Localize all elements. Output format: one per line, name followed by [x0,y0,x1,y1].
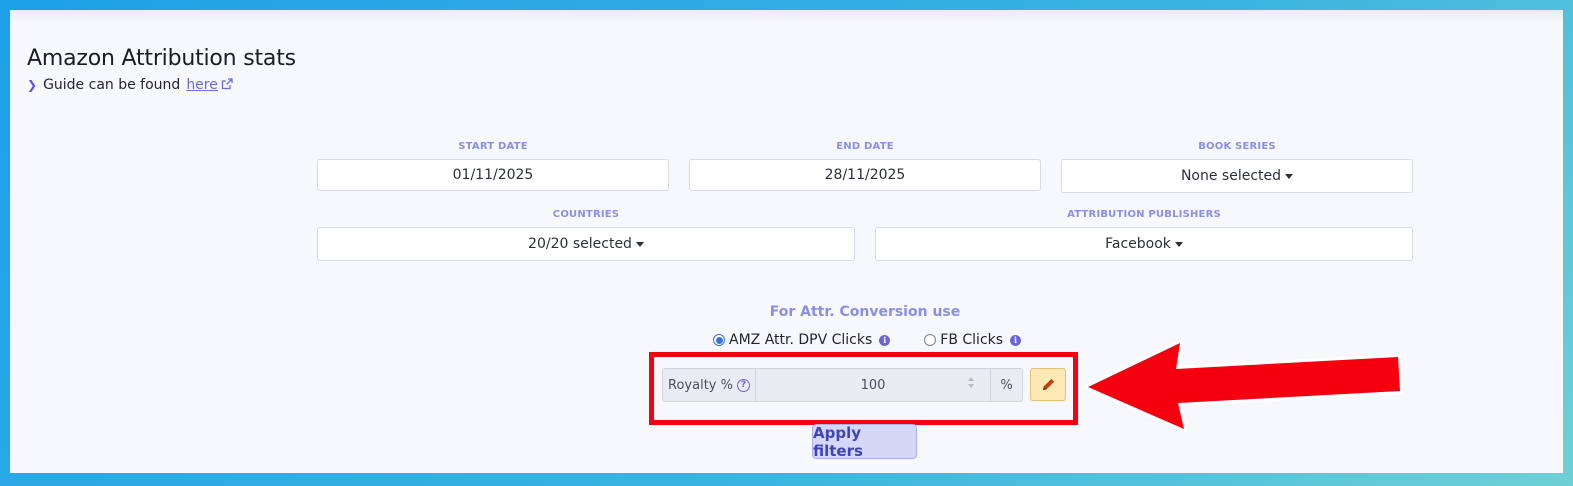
publishers-dropdown[interactable]: Facebook [875,227,1413,261]
radio-button[interactable] [924,334,937,346]
countries-value: 20/20 selected [528,236,632,252]
guide-link-text[interactable]: here [186,77,218,93]
end-date-label: END DATE [836,141,894,152]
radio-button[interactable] [713,334,725,346]
book-series-value: None selected [1180,168,1282,184]
guide-link[interactable]: here [186,77,233,93]
app-frame: Amazon Attribution stats ❯ Guide can be … [10,10,1563,473]
conversion-title: For Attr. Conversion use [769,304,961,320]
caret-down-icon [635,241,644,247]
page-title: Amazon Attribution stats [27,46,296,71]
red-arrow-annotation [1085,340,1403,432]
book-series-dropdown[interactable]: None selected [1061,159,1413,193]
radio-fb-clicks[interactable]: FB Clicks i [924,332,1022,348]
countries-dropdown[interactable]: 20/20 selected [317,227,855,261]
start-date-input[interactable]: 01/11/2025 [317,159,669,191]
end-date-input[interactable]: 28/11/2025 [689,159,1041,191]
info-icon[interactable]: i [1010,334,1022,346]
radio-amz-dpv-clicks[interactable]: AMZ Attr. DPV Clicks i [713,332,891,348]
conversion-options: AMZ Attr. DPV Clicks i FB Clicks i [713,332,1022,348]
top-shade [10,10,1563,22]
start-date-label: START DATE [458,141,528,152]
radio-label: AMZ Attr. DPV Clicks [729,332,873,348]
caret-down-icon [1174,241,1183,247]
apply-filters-button[interactable]: Apply filters [812,424,917,460]
red-highlight-box [649,352,1078,425]
book-series-label: BOOK SERIES [1198,141,1276,152]
guide-text: Guide can be found [43,77,181,93]
guide-line: ❯ Guide can be found here [27,77,233,93]
publishers-value: Facebook [1105,236,1171,252]
caret-down-icon [1285,173,1294,179]
publishers-label: ATTRIBUTION PUBLISHERS [1067,209,1221,220]
chevron-right-icon: ❯ [27,78,38,92]
radio-label: FB Clicks [940,332,1004,348]
external-link-icon [221,78,233,90]
countries-label: COUNTRIES [552,209,620,220]
info-icon[interactable]: i [879,334,891,346]
